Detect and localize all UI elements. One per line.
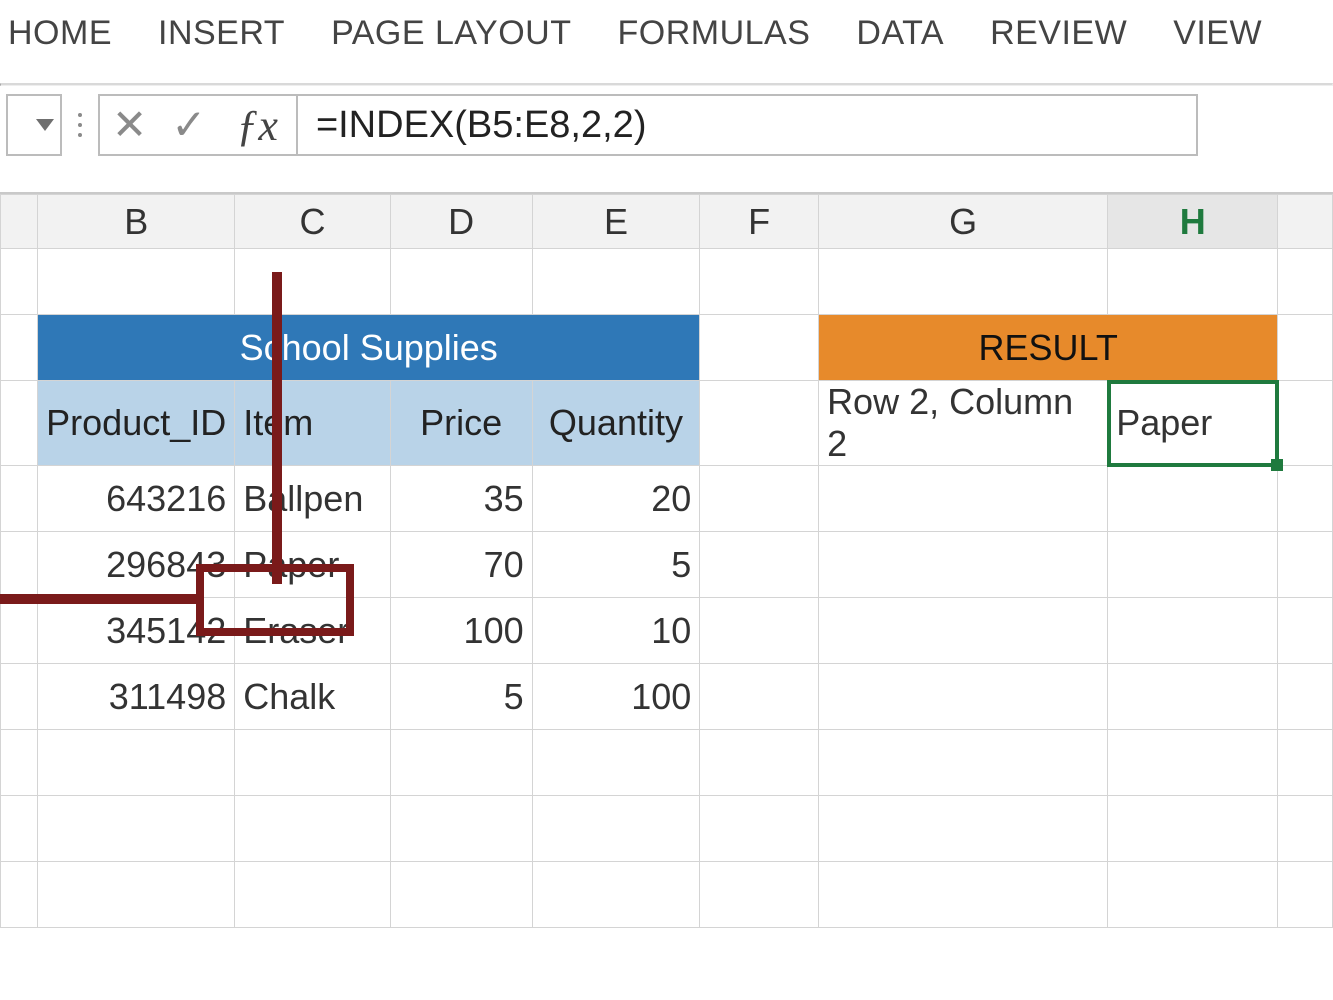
cancel-icon[interactable]: ✕ xyxy=(112,104,147,146)
cell[interactable]: 345142 xyxy=(38,598,235,664)
cell[interactable]: 70 xyxy=(390,532,532,598)
cell[interactable]: 5 xyxy=(390,664,532,730)
column-header-row: B C D E F G H xyxy=(1,195,1333,249)
cell[interactable]: 35 xyxy=(390,466,532,532)
name-box-dropdown[interactable] xyxy=(6,94,62,156)
table-row[interactable]: 296843 Paper 70 5 xyxy=(1,532,1333,598)
corner-cell[interactable] xyxy=(1,195,38,249)
col-header-f[interactable]: F xyxy=(700,195,819,249)
header-price[interactable]: Price xyxy=(390,381,532,466)
ribbon-tab-view[interactable]: VIEW xyxy=(1173,14,1262,53)
table-row[interactable]: Product_ID Item Price Quantity Row 2, Co… xyxy=(1,381,1333,466)
drag-handle-icon xyxy=(70,113,90,137)
enter-icon[interactable]: ✓ xyxy=(171,104,206,146)
table-row[interactable]: 345142 Eraser 100 10 xyxy=(1,598,1333,664)
table-row[interactable]: 311498 Chalk 5 100 xyxy=(1,664,1333,730)
formula-bar: ✕ ✓ ƒx xyxy=(0,86,1333,164)
col-header-c[interactable]: C xyxy=(235,195,390,249)
cell[interactable]: 643216 xyxy=(38,466,235,532)
col-header-blank[interactable] xyxy=(1278,195,1333,249)
header-quantity[interactable]: Quantity xyxy=(532,381,700,466)
col-header-e[interactable]: E xyxy=(532,195,700,249)
table-title-right[interactable]: RESULT xyxy=(819,315,1278,381)
ribbon-tab-formulas[interactable]: FORMULAS xyxy=(618,14,811,53)
col-header-h[interactable]: H xyxy=(1108,195,1278,249)
table-title-left[interactable]: School Supplies xyxy=(38,315,700,381)
cell-highlighted[interactable]: Paper xyxy=(235,532,390,598)
cell[interactable]: 296843 xyxy=(38,532,235,598)
table-row[interactable]: School Supplies RESULT xyxy=(1,315,1333,381)
ribbon-tab-home[interactable]: HOME xyxy=(8,14,112,53)
table-row[interactable] xyxy=(1,796,1333,862)
ribbon-tabs: HOME INSERT PAGE LAYOUT FORMULAS DATA RE… xyxy=(0,0,1333,83)
ribbon-tab-insert[interactable]: INSERT xyxy=(158,14,285,53)
cell[interactable]: 100 xyxy=(532,664,700,730)
cell[interactable]: 100 xyxy=(390,598,532,664)
spreadsheet-grid[interactable]: B C D E F G H School Supplies RESULT Pro… xyxy=(0,192,1333,928)
cell[interactable]: 20 xyxy=(532,466,700,532)
result-cell[interactable]: Paper xyxy=(1108,381,1278,466)
result-label[interactable]: Row 2, Column 2 xyxy=(819,381,1108,466)
cell[interactable]: Chalk xyxy=(235,664,390,730)
col-header-g[interactable]: G xyxy=(819,195,1108,249)
ribbon-tab-page-layout[interactable]: PAGE LAYOUT xyxy=(331,14,571,53)
sheet-table[interactable]: B C D E F G H School Supplies RESULT Pro… xyxy=(0,194,1333,928)
ribbon-tab-data[interactable]: DATA xyxy=(856,14,944,53)
header-item[interactable]: Item xyxy=(235,381,390,466)
chevron-down-icon xyxy=(36,119,54,131)
col-header-b[interactable]: B xyxy=(38,195,235,249)
cell[interactable]: 10 xyxy=(532,598,700,664)
table-row[interactable] xyxy=(1,862,1333,928)
table-row[interactable] xyxy=(1,249,1333,315)
ribbon-tab-review[interactable]: REVIEW xyxy=(990,14,1127,53)
cell[interactable]: 311498 xyxy=(38,664,235,730)
formula-input[interactable] xyxy=(298,94,1198,156)
table-row[interactable] xyxy=(1,730,1333,796)
col-header-d[interactable]: D xyxy=(390,195,532,249)
cell[interactable]: 5 xyxy=(532,532,700,598)
formula-bar-buttons: ✕ ✓ ƒx xyxy=(98,94,298,156)
fx-icon[interactable]: ƒx xyxy=(230,100,284,151)
cell[interactable]: Eraser xyxy=(235,598,390,664)
table-row[interactable]: 643216 Ballpen 35 20 xyxy=(1,466,1333,532)
cell[interactable]: Ballpen xyxy=(235,466,390,532)
header-product-id[interactable]: Product_ID xyxy=(38,381,235,466)
